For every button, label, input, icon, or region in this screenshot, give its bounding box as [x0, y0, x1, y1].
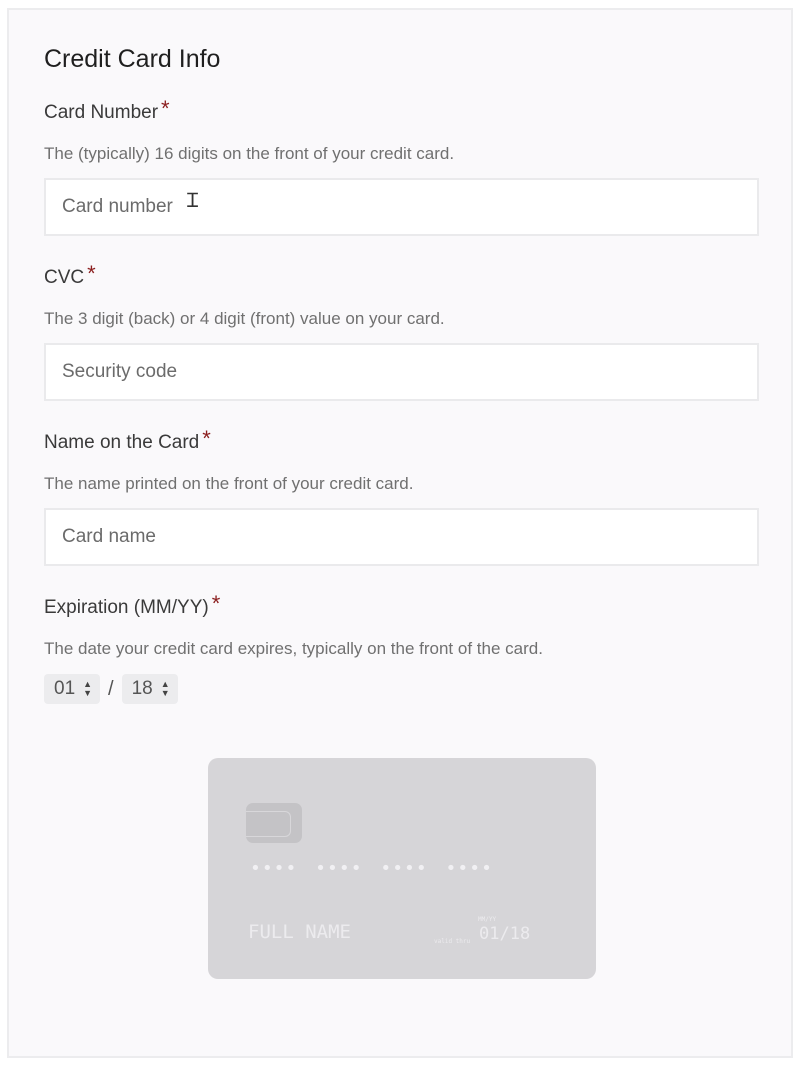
required-asterisk: *: [211, 591, 221, 616]
expiration-month-select[interactable]: 01 ▲ ▼: [44, 674, 100, 704]
expiration-field: Expiration (MM/YY) * The date your credit…: [44, 591, 759, 705]
credit-card-form-panel: Credit Card Info Card Number * The (typic…: [7, 8, 793, 1058]
expiration-year-value: 18: [131, 678, 153, 699]
expiration-label: Expiration (MM/YY) *: [44, 591, 221, 618]
card-number-help: The (typically) 16 digits on the front o…: [44, 144, 455, 163]
card-preview-expiry-label: valid thru: [434, 938, 471, 945]
required-asterisk: *: [202, 426, 211, 451]
expiration-year-select[interactable]: 18 ▲ ▼: [121, 674, 178, 704]
card-preview-expiry: 01/18: [479, 924, 531, 944]
cvc-label: CVC *: [44, 261, 96, 288]
card-number-label: Card Number *: [44, 96, 170, 123]
card-preview-number: •••• •••• •••• ••••: [250, 858, 493, 879]
expiration-selects: 01 ▲ ▼ / 18 ▲ ▼: [44, 673, 759, 705]
form-title: Credit Card Info: [44, 45, 221, 73]
card-name-field: Name on the Card * The name printed on th…: [44, 426, 759, 566]
expiration-separator: /: [108, 677, 114, 700]
card-preview-name: FULL NAME: [248, 921, 351, 943]
expiration-help: The date your credit card expires, typic…: [44, 639, 543, 658]
expiration-month-value: 01: [54, 678, 76, 699]
card-name-help: The name printed on the front of your cr…: [44, 474, 414, 493]
card-name-input[interactable]: [44, 508, 759, 566]
card-chip-icon: [246, 803, 302, 843]
card-number-input[interactable]: [44, 178, 759, 236]
stepper-arrows-icon: ▲ ▼: [160, 679, 170, 698]
required-asterisk: *: [87, 261, 96, 286]
required-asterisk: *: [161, 96, 170, 121]
text-cursor-icon: Ɪ: [187, 188, 199, 212]
card-number-field: Card Number * The (typically) 16 digits o…: [44, 96, 759, 236]
stepper-arrows-icon: ▲ ▼: [83, 679, 93, 698]
cvc-field: CVC * The 3 digit (back) or 4 digit (fron…: [44, 261, 759, 401]
card-name-label: Name on the Card *: [44, 426, 211, 453]
credit-card-preview: •••• •••• •••• •••• FULL NAME valid thru…: [208, 758, 596, 979]
cvc-input[interactable]: [44, 343, 759, 401]
cvc-help: The 3 digit (back) or 4 digit (front) va…: [44, 309, 445, 328]
card-preview-expiry-format: MM/YY: [478, 916, 497, 923]
